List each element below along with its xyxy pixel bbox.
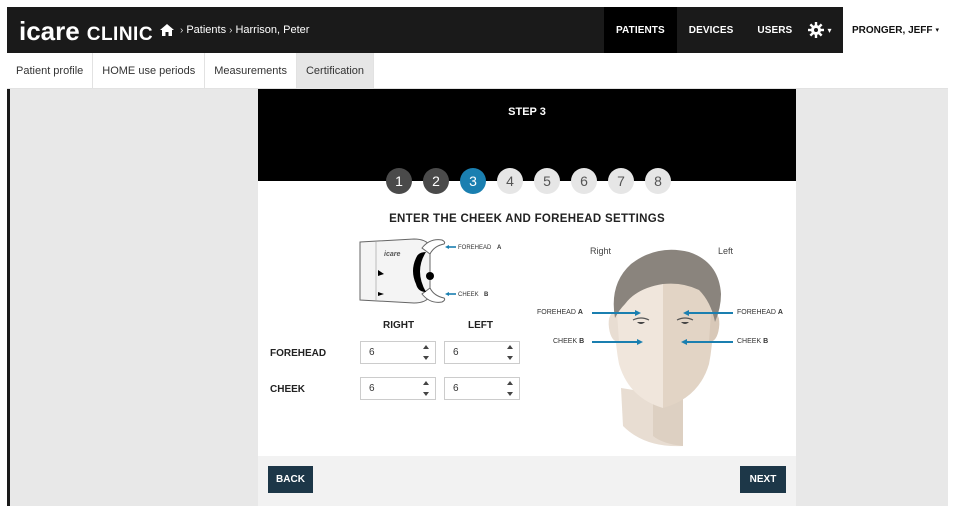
forehead-right-stepper[interactable]: 6: [360, 341, 436, 364]
forehead-row-label: FOREHEAD: [270, 348, 327, 359]
breadcrumb-current-patient: Harrison, Peter: [235, 24, 310, 36]
nav-users[interactable]: USERS: [745, 7, 804, 53]
face-left-cheek-label: CHEEK B: [737, 338, 768, 345]
cheek-left-stepper[interactable]: 6: [444, 377, 520, 400]
tab-patient-profile[interactable]: Patient profile: [7, 53, 94, 89]
face-right-forehead-text: FOREHEAD: [537, 309, 576, 316]
logo-text-main: icare: [19, 16, 80, 46]
breadcrumb: › Patients › Harrison, Peter: [159, 23, 309, 37]
face-right-forehead-letter: A: [577, 309, 583, 316]
device-brand-text: icare: [384, 251, 400, 258]
spinner-arrows-icon[interactable]: [420, 380, 431, 397]
top-navbar: icare CLINIC › Patients › Harrison, Pete…: [7, 7, 948, 53]
face-left-forehead-letter: A: [777, 309, 783, 316]
forehead-left-stepper[interactable]: 6: [444, 341, 520, 364]
column-right-heading: RIGHT: [383, 320, 415, 331]
tab-measurements[interactable]: Measurements: [205, 53, 297, 89]
cheek-right-stepper[interactable]: 6: [360, 377, 436, 400]
step-8-indicator: 8: [645, 168, 671, 194]
face-left-forehead-label: FOREHEAD A: [737, 309, 783, 316]
spinner-arrows-icon[interactable]: [504, 380, 515, 397]
back-button[interactable]: BACK: [268, 466, 313, 493]
breadcrumb-separator: ›: [229, 24, 233, 36]
device-forehead-letter: A: [497, 245, 502, 251]
nav-devices[interactable]: DEVICES: [677, 7, 746, 53]
user-name: PRONGER, JEFF: [851, 24, 933, 36]
face-right-cheek-label: CHEEK B: [553, 338, 584, 345]
device-cheek-letter: B: [484, 292, 489, 298]
step-1-indicator: 1: [386, 168, 412, 194]
cheek-left-value: 6: [453, 383, 459, 394]
cheek-right-value: 6: [369, 383, 375, 394]
cheek-row-label: CHEEK: [270, 384, 306, 395]
breadcrumb-separator: ›: [180, 24, 184, 36]
forehead-right-value: 6: [369, 347, 375, 358]
step-7-indicator: 7: [608, 168, 634, 194]
settings-menu-button[interactable]: ▾: [798, 7, 842, 53]
logo-text-sub: CLINIC: [86, 24, 154, 45]
face-right-cheek-letter: B: [579, 338, 585, 345]
face-right-forehead-label: FOREHEAD A: [537, 309, 583, 316]
face-left-side-label: Left: [718, 246, 734, 256]
face-left-forehead-text: FOREHEAD: [737, 309, 776, 316]
step-indicator: 1 2 3 4 5 6 7 8: [386, 168, 682, 194]
column-left-heading: LEFT: [468, 320, 493, 331]
user-menu-button[interactable]: PRONGER, JEFF ▾: [843, 7, 948, 53]
face-left-cheek-letter: B: [763, 338, 769, 345]
main-nav: PATIENTS DEVICES USERS: [604, 7, 804, 53]
forehead-left-value: 6: [453, 347, 459, 358]
device-adjustment-diagram: icare FOREHEAD A CHEEK B: [359, 238, 502, 304]
spinner-arrows-icon[interactable]: [420, 344, 431, 361]
step-5-indicator: 5: [534, 168, 560, 194]
instruction-heading: ENTER THE CHEEK AND FOREHEAD SETTINGS: [389, 213, 665, 225]
next-button[interactable]: NEXT: [740, 466, 786, 493]
device-forehead-label: FOREHEAD: [458, 245, 492, 251]
step-2-indicator: 2: [423, 168, 449, 194]
tab-certification[interactable]: Certification: [296, 53, 375, 89]
gear-icon: [808, 22, 825, 38]
home-icon[interactable]: [159, 23, 175, 37]
face-right-cheek-text: CHEEK: [553, 338, 578, 345]
caret-down-icon: ▾: [827, 25, 832, 35]
wizard-footer: [258, 456, 796, 506]
step-4-indicator: 4: [497, 168, 523, 194]
breadcrumb-patients-link[interactable]: Patients: [186, 24, 226, 36]
caret-down-icon: ▾: [935, 27, 940, 34]
patient-tabs: Patient profile HOME use periods Measure…: [7, 53, 948, 89]
step-6-indicator: 6: [571, 168, 597, 194]
step-3-indicator: 3: [460, 168, 486, 194]
spinner-arrows-icon[interactable]: [504, 344, 515, 361]
tab-home-use-periods[interactable]: HOME use periods: [93, 53, 206, 89]
device-cheek-label: CHEEK: [458, 292, 479, 298]
step-title: STEP 3: [508, 106, 546, 118]
face-left-cheek-text: CHEEK: [737, 338, 762, 345]
nav-patients[interactable]: PATIENTS: [604, 7, 677, 53]
face-right-side-label: Right: [590, 246, 612, 256]
left-edge-bar: [7, 89, 10, 506]
icare-clinic-logo[interactable]: icare CLINIC: [19, 16, 154, 46]
